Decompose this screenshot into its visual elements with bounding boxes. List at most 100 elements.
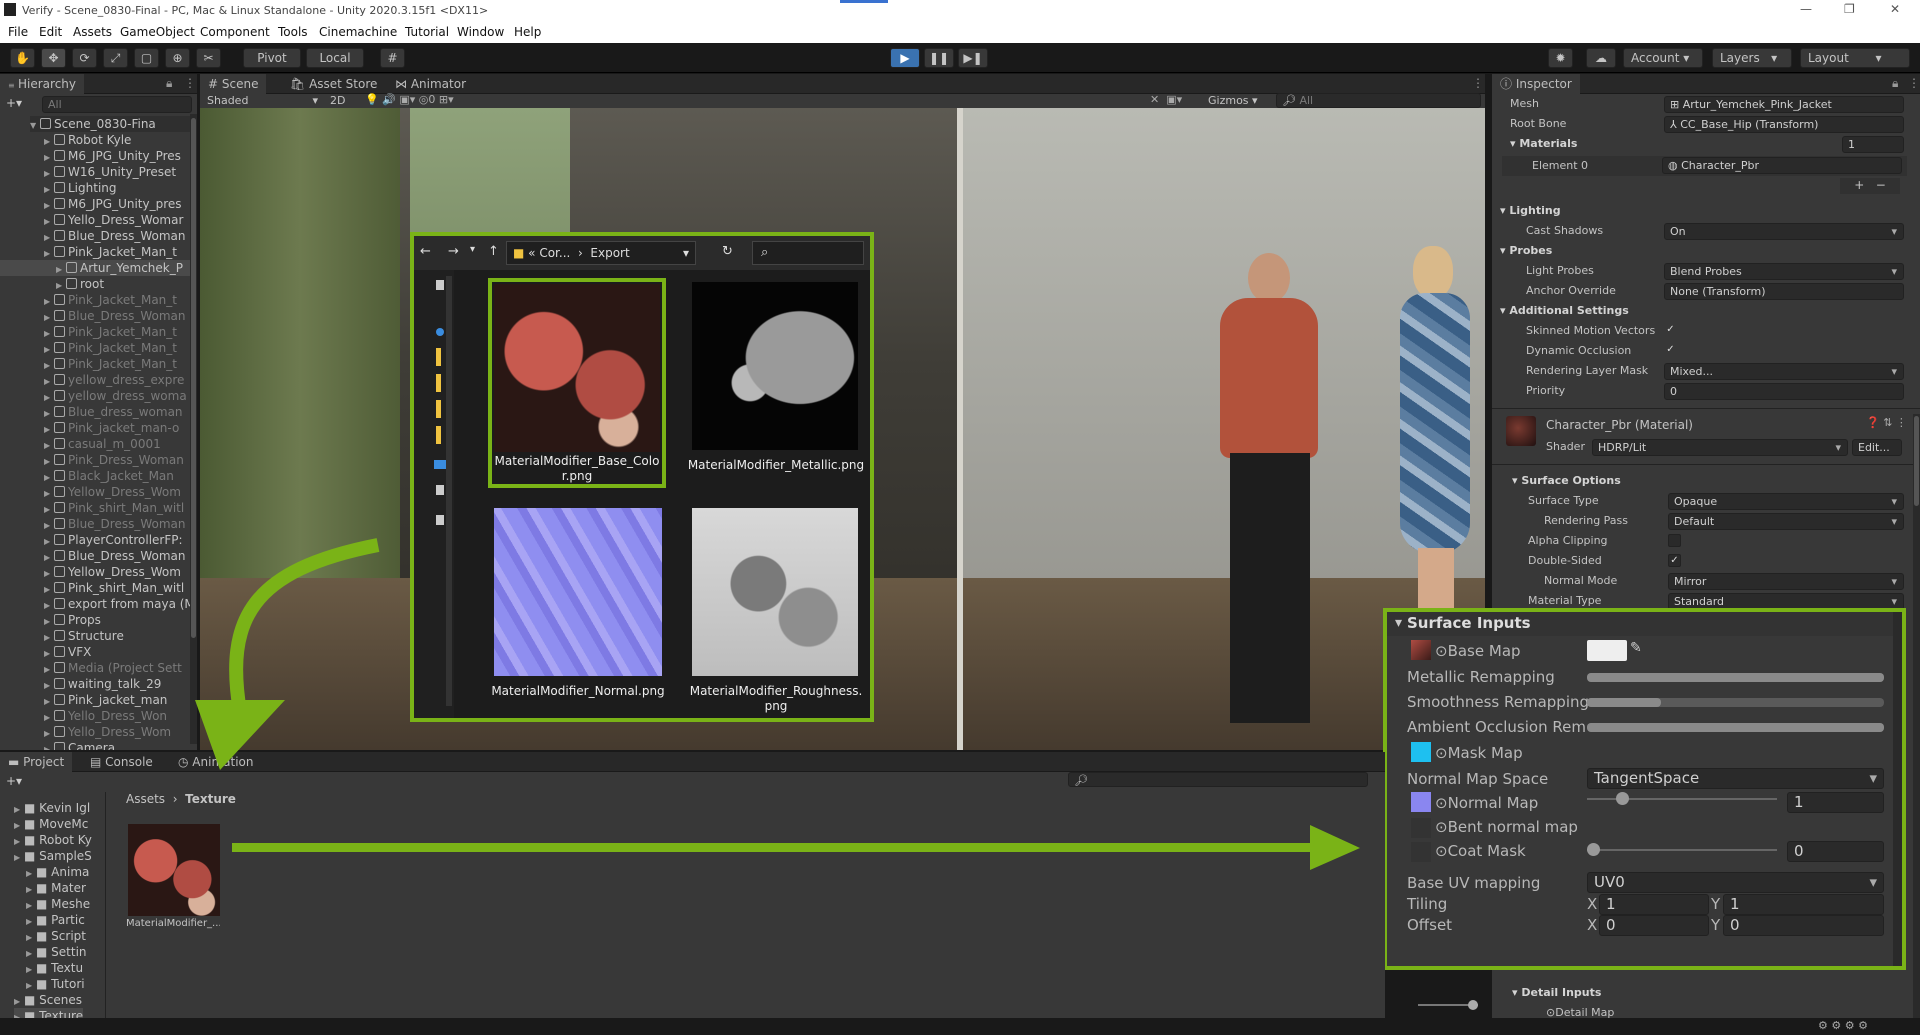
explorer-search[interactable]: ⌕ — [752, 241, 864, 265]
inspector-more-icon[interactable]: ⋮ — [1908, 76, 1920, 90]
inspector-scrollbar[interactable] — [1913, 414, 1920, 1019]
hierarchy-item[interactable]: ▶ Pink_jacket_man-o — [44, 420, 179, 436]
mode-2d-toggle[interactable]: 2D — [330, 94, 345, 107]
hierarchy-scrollbar[interactable] — [190, 114, 197, 744]
folder-item[interactable]: ▶ ■ Texture — [14, 1008, 84, 1018]
additional-settings-header[interactable]: ▾ Additional Settings — [1500, 304, 1629, 317]
breadcrumb-root[interactable]: Assets — [126, 792, 165, 806]
tiling-y-field[interactable]: 1 — [1723, 894, 1884, 915]
offset-x-field[interactable]: 0 — [1599, 915, 1709, 936]
hierarchy-item[interactable]: ▶ Pink_Jacket_Man_t — [44, 324, 177, 340]
hierarchy-item[interactable]: ▶ Structure — [44, 628, 124, 644]
refresh-icon[interactable]: ↻ — [722, 244, 733, 259]
menu-cinemachine[interactable]: Cinemachine — [319, 25, 397, 39]
hierarchy-item[interactable]: ▶ Pink_Jacket_Man_t — [44, 292, 177, 308]
hierarchy-item[interactable]: ▶ root — [56, 276, 104, 292]
shader-edit-button[interactable]: Edit... — [1852, 439, 1902, 456]
hierarchy-item[interactable]: ▶ M6_JPG_Unity_Pres — [44, 148, 181, 164]
hierarchy-item[interactable]: ▶ Yellow_Dress_Wom — [44, 564, 181, 580]
hierarchy-item[interactable]: ▶ yellow_dress_expre — [44, 372, 184, 388]
maximize-icon[interactable]: ❐ — [1844, 2, 1855, 16]
play-button[interactable]: ▶ — [890, 48, 920, 68]
hierarchy-item[interactable]: ▶ casual_m_0001 — [44, 436, 161, 452]
hierarchy-search[interactable]: All — [42, 96, 192, 113]
menu-component[interactable]: Component — [200, 25, 270, 39]
tab-animator[interactable]: ⋈ Animator — [387, 74, 474, 94]
element-0-field[interactable]: ◍ Character_Pbr — [1662, 157, 1902, 174]
offset-y-field[interactable]: 0 — [1723, 915, 1884, 936]
scene-root-row[interactable]: ▼ Scene_0830-Fina — [30, 116, 190, 132]
hierarchy-item[interactable]: ▶ W16_Unity_Preset — [44, 164, 176, 180]
hierarchy-item[interactable]: ▶ Yello_Dress_Wom — [44, 724, 171, 740]
anchor-override-field[interactable]: None (Transform) — [1664, 283, 1904, 300]
hierarchy-item[interactable]: ▶ Blue_Dress_Woman — [44, 516, 186, 532]
forward-icon[interactable]: → — [448, 244, 459, 259]
scene-view-options[interactable]: 💡 🔊 ▣▾ ◎0 ⊞▾ — [365, 93, 454, 106]
hierarchy-item[interactable]: ▶ Pink_Jacket_Man_t — [44, 340, 177, 356]
folder-item[interactable]: ▶ ■ Script — [26, 928, 86, 944]
folder-item[interactable]: ▶ ■ MoveMc — [14, 816, 88, 832]
menu-tutorial[interactable]: Tutorial — [405, 25, 449, 39]
up-icon[interactable]: ↑ — [488, 244, 499, 259]
coat-mask-field[interactable]: 0 — [1787, 841, 1884, 862]
priority-field[interactable]: 0 — [1664, 383, 1904, 400]
collab-icon[interactable]: ✹ — [1548, 48, 1573, 68]
folder-icon-3[interactable] — [436, 400, 441, 418]
light-probes-dropdown[interactable]: Blend Probes — [1664, 263, 1904, 280]
pc-icon[interactable] — [434, 460, 446, 469]
menu-edit[interactable]: Edit — [39, 25, 62, 39]
folder-icon-4[interactable] — [436, 426, 441, 444]
drive-icon-2[interactable] — [436, 515, 444, 525]
create-icon[interactable]: +▾ — [6, 96, 22, 110]
hierarchy-item[interactable]: ▶ Blue_Dress_Woman — [44, 308, 186, 324]
normal-strength-slider[interactable] — [1587, 792, 1777, 805]
dynamic-occlusion-checkbox[interactable]: ✓ — [1664, 344, 1677, 357]
skinned-motion-checkbox[interactable]: ✓ — [1664, 324, 1677, 337]
folder-icon-1[interactable] — [436, 348, 441, 366]
folder-item[interactable]: ▶ ■ Meshe — [26, 896, 90, 912]
hierarchy-item[interactable]: ▶ Pink_shirt_Man_witl — [44, 500, 184, 516]
ao-slider[interactable] — [1587, 723, 1884, 732]
folder-item[interactable]: ▶ ■ Kevin Igl — [14, 800, 90, 816]
menu-window[interactable]: Window — [457, 25, 504, 39]
hierarchy-item[interactable]: ▶ M6_JPG_Unity_pres — [44, 196, 182, 212]
hierarchy-item[interactable]: ▶ Pink_Jacket_Man_t — [44, 244, 177, 260]
layout-dropdown[interactable]: Layout ▾ — [1800, 48, 1910, 68]
scene-more-icon[interactable]: ⋮ — [1472, 76, 1484, 90]
folder-item[interactable]: ▶ ■ Anima — [26, 864, 89, 880]
scene-tools-icon[interactable]: ✕ ▣▾ — [1150, 93, 1182, 106]
normal-strength-knob[interactable] — [1615, 792, 1629, 805]
tab-project[interactable]: ▬ Project — [0, 752, 73, 772]
zoom-slider[interactable] — [1418, 1000, 1478, 1010]
gizmos-dropdown[interactable]: Gizmos ▾ — [1208, 94, 1258, 107]
alpha-clipping-checkbox[interactable] — [1668, 534, 1681, 547]
folder-item[interactable]: ▶ ■ Textu — [26, 960, 83, 976]
root-bone-field[interactable]: ⅄ CC_Base_Hip (Transform) — [1664, 116, 1904, 133]
hierarchy-item[interactable]: ▶ Media (Project Sett — [44, 660, 182, 676]
normal-strength-field[interactable]: 1 — [1787, 792, 1884, 813]
surface-options-header[interactable]: ▾ Surface Options — [1512, 474, 1621, 487]
tab-hierarchy[interactable]: ≡ Hierarchy — [0, 74, 85, 94]
lighting-header[interactable]: ▾ Lighting — [1500, 204, 1561, 217]
status-icons[interactable]: ⚙ ⚙ ⚙ ⚙ — [1818, 1019, 1868, 1032]
hierarchy-item[interactable]: ▶ Props — [44, 612, 101, 628]
menu-assets[interactable]: Assets — [73, 25, 112, 39]
uv-mapping-dropdown[interactable]: UV0 — [1587, 872, 1884, 893]
double-sided-checkbox[interactable]: ✓ — [1668, 554, 1681, 567]
custom-tool-icon[interactable]: ✂ — [196, 48, 221, 68]
file-base-color[interactable]: MaterialModifier_Base_Color.png — [488, 278, 666, 488]
material-options-icon[interactable]: ❓ ⇅ ⋮ — [1866, 416, 1907, 429]
hierarchy-item[interactable]: ▶ Blue_Dress_Woman — [44, 228, 186, 244]
hierarchy-item[interactable]: ▶ Yello_Dress_Womar — [44, 212, 183, 228]
folder-item[interactable]: ▶ ■ Robot Ky — [14, 832, 92, 848]
project-create-icon[interactable]: +▾ — [6, 774, 22, 788]
breadcrumb-current[interactable]: Texture — [185, 792, 236, 806]
base-map-thumb[interactable] — [1411, 640, 1431, 660]
hierarchy-item[interactable]: ▶ Camera — [44, 740, 115, 750]
mask-map-thumb[interactable] — [1411, 742, 1431, 762]
recent-icon[interactable]: ▾ — [470, 244, 475, 255]
hierarchy-item[interactable]: ▶ yellow_dress_woma — [44, 388, 187, 404]
transform-tool-icon[interactable]: ⊕ — [165, 48, 190, 68]
local-toggle[interactable]: Local — [306, 48, 364, 68]
detail-inputs-header[interactable]: ▾ Detail Inputs — [1512, 986, 1601, 999]
